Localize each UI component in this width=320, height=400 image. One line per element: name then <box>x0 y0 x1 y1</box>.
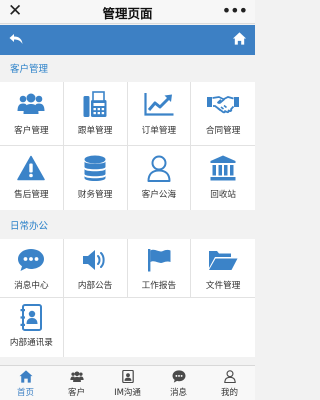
grid-item-label: 回收站 <box>210 190 237 200</box>
grid-item-finance-management[interactable]: 财务管理 <box>63 146 128 210</box>
grid-item-label: 内部通讯录 <box>9 338 53 348</box>
grid-item-label: 客户管理 <box>14 126 49 136</box>
section-title-daily-office: 日常办公 <box>0 214 255 239</box>
grid-item-label: 跟单管理 <box>77 126 113 136</box>
more-options-icon[interactable]: ••• <box>222 1 248 21</box>
grid-item-after-sales-management[interactable]: 售后管理 <box>0 146 64 210</box>
tab-home[interactable]: 首页 <box>0 366 51 400</box>
grid-item-customer-pool[interactable]: 客户公海 <box>127 146 192 210</box>
home-icon <box>19 370 32 383</box>
grid-item-order-management[interactable]: 订单管理 <box>127 82 192 146</box>
grid-item-label: 消息中心 <box>14 281 49 291</box>
grid-item-internal-announcement[interactable]: 内部公告 <box>63 239 128 298</box>
section-title-customer: 客户管理 <box>0 57 255 82</box>
handshake-icon <box>207 96 240 114</box>
im-icon <box>121 370 134 383</box>
grid-item-label: 工作报告 <box>141 281 177 291</box>
warning-icon <box>17 155 46 181</box>
daily-office-grid: 消息中心 内部公告 工作报告 文件管理 内部通讯录 <box>0 239 255 357</box>
grid-item-recycle-bin[interactable]: 回收站 <box>191 146 255 210</box>
tab-customers[interactable]: 客户 <box>51 366 102 400</box>
title-bar: ✕ 管理页面 ••• <box>0 0 255 24</box>
contact-book-icon <box>20 304 43 331</box>
users-icon <box>69 371 84 382</box>
grid-item-follow-up-management[interactable]: 跟单管理 <box>63 82 128 146</box>
customer-grid: 客户管理 跟单管理 订单管理 合同管理 售后管理 财务管理 客户公海 回收站 <box>0 82 255 210</box>
tab-label: 我的 <box>220 388 238 398</box>
grid-item-label: 合同管理 <box>205 126 241 136</box>
fax-icon <box>83 91 107 117</box>
volume-icon <box>83 250 105 270</box>
folder-open-icon <box>209 251 238 270</box>
grid-item-label: 文件管理 <box>205 281 241 291</box>
page-title: 管理页面 <box>102 6 153 21</box>
grid-item-message-center[interactable]: 消息中心 <box>0 239 64 298</box>
tab-label: 消息 <box>169 388 187 398</box>
grid-item-label: 客户公海 <box>141 190 177 200</box>
users-icon <box>17 93 45 114</box>
grid-item-label: 财务管理 <box>77 190 113 200</box>
chat-icon <box>18 249 45 271</box>
grid-item-label: 内部公告 <box>77 281 113 291</box>
back-arrow-icon[interactable] <box>8 31 24 47</box>
tab-im[interactable]: IM沟通 <box>102 366 153 400</box>
database-icon <box>84 155 106 181</box>
user-outline-icon <box>147 155 171 182</box>
tab-label: IM沟通 <box>114 388 141 398</box>
grid-item-file-management[interactable]: 文件管理 <box>191 239 255 298</box>
bottom-tab-bar: 首页 客户 IM沟通 消息 我的 <box>0 365 255 400</box>
grid-item-work-report[interactable]: 工作报告 <box>127 239 192 298</box>
flag-icon <box>147 249 171 272</box>
tab-label: 首页 <box>16 388 34 398</box>
tab-mine[interactable]: 我的 <box>204 366 255 400</box>
grid-item-contract-management[interactable]: 合同管理 <box>191 82 255 146</box>
user-outline-icon <box>223 370 236 383</box>
grid-item-internal-contacts[interactable]: 内部通讯录 <box>0 298 64 357</box>
nav-bar <box>0 25 255 55</box>
grid-item-customer-management[interactable]: 客户管理 <box>0 82 64 146</box>
grid-item-label: 售后管理 <box>14 190 49 200</box>
line-chart-icon <box>144 93 174 116</box>
grid-item-label: 订单管理 <box>141 126 177 136</box>
home-icon[interactable] <box>232 31 247 46</box>
chat-icon <box>172 370 185 383</box>
tab-messages[interactable]: 消息 <box>153 366 204 400</box>
bank-icon <box>210 155 236 181</box>
tab-label: 客户 <box>67 388 85 398</box>
